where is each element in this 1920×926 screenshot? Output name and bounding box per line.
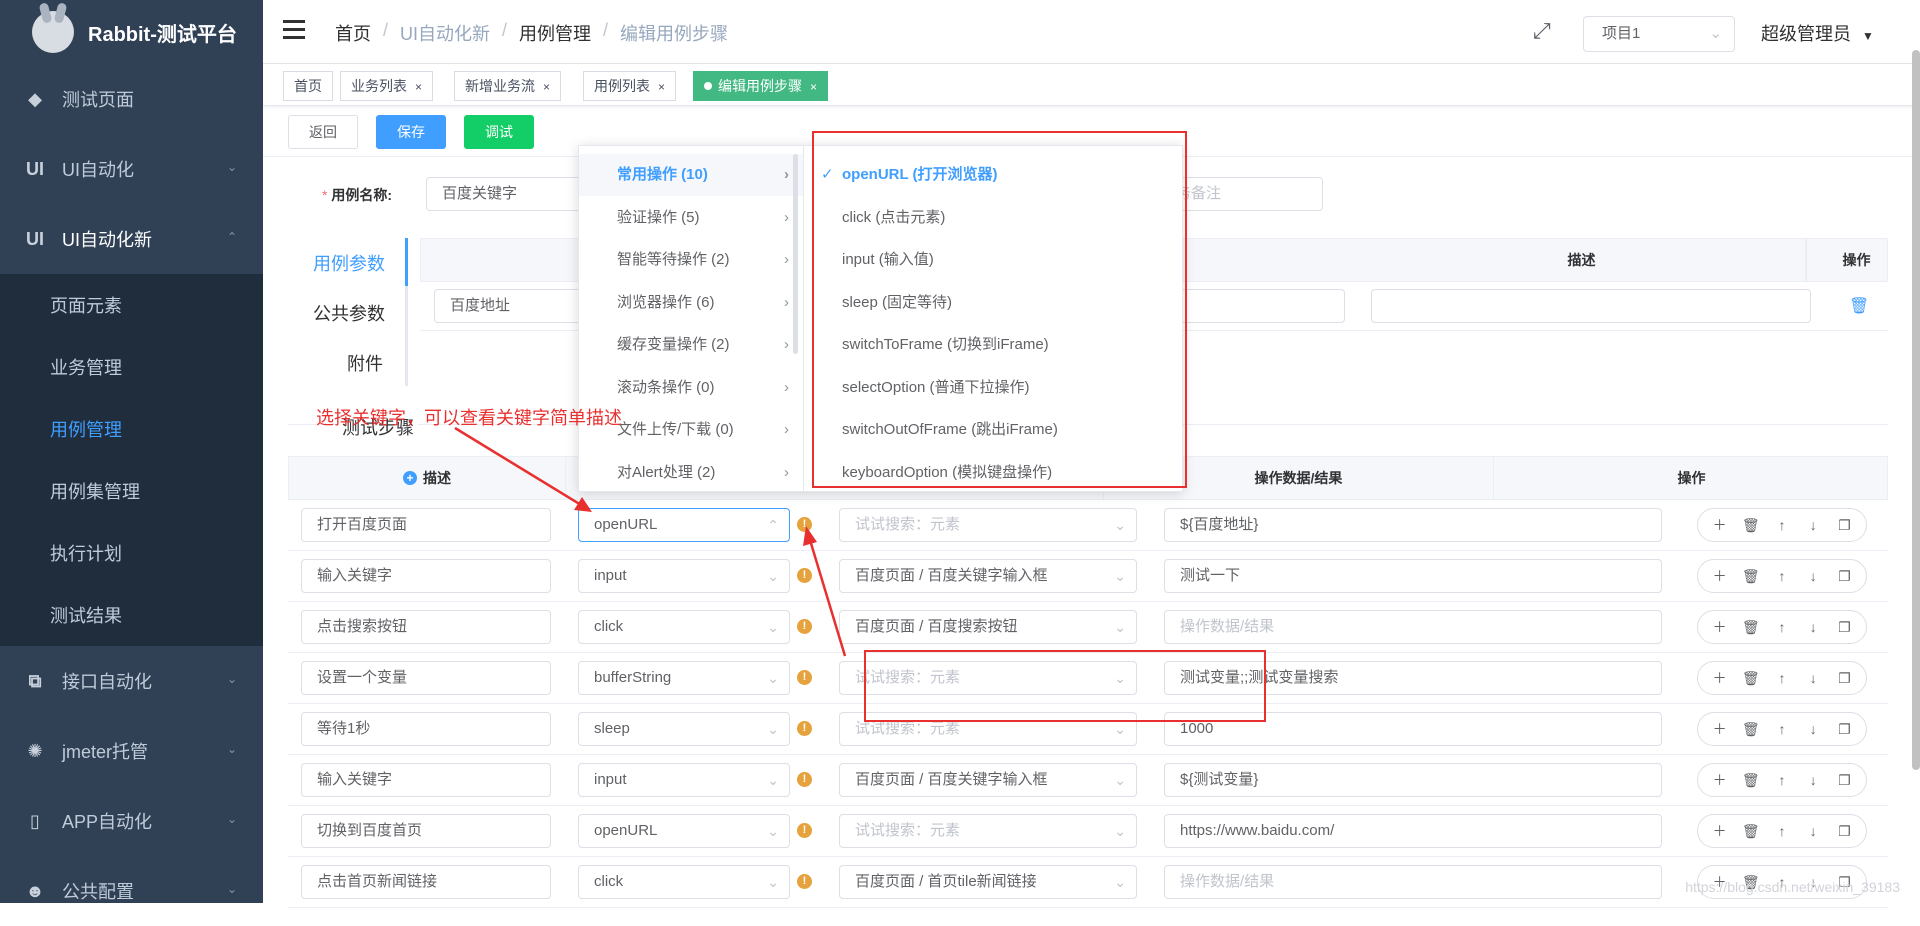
page-scrollbar[interactable]	[1912, 50, 1920, 770]
annotation-arrow-head	[574, 497, 592, 512]
divider	[288, 907, 1888, 908]
watermark: https://blog.csdn.net/weixin_39183	[1685, 879, 1900, 895]
annotation-arrow	[810, 540, 845, 656]
annotation-arrow	[455, 428, 586, 508]
annotation-arrow-head	[803, 526, 817, 546]
annotation-arrows	[0, 0, 1920, 903]
